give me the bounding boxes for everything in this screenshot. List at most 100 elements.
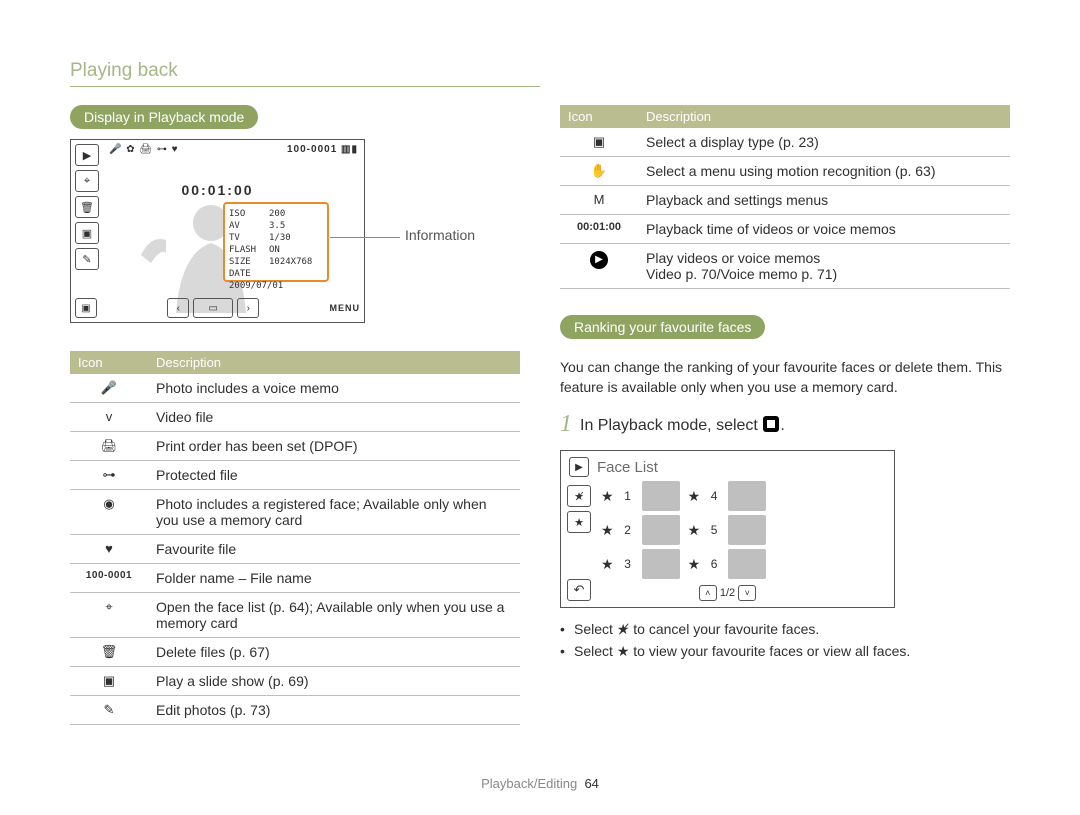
face-thumb[interactable] — [728, 481, 766, 511]
row-icon: ✋ — [560, 157, 638, 186]
row-icon: 🎤 — [70, 374, 148, 403]
face-num: 4 — [708, 489, 720, 503]
play-icon[interactable]: ▶ — [569, 457, 589, 477]
table-row: 🎤Photo includes a voice memo — [70, 374, 520, 403]
title-underline — [70, 86, 540, 87]
next-arrow-icon[interactable]: › — [237, 298, 259, 318]
row-icon: ▣ — [560, 128, 638, 157]
row-desc: Video file — [148, 403, 520, 432]
footer-section: Playback/Editing — [481, 776, 577, 791]
display-type-icon[interactable]: ▣ — [75, 298, 97, 318]
row-icon: M — [560, 186, 638, 215]
table-row: ◉Photo includes a registered face; Avail… — [70, 490, 520, 535]
info-row: SIZE1024X768 — [229, 256, 323, 268]
step-text-prefix: In Playback mode, select — [580, 417, 762, 434]
step-text-suffix: . — [780, 417, 784, 434]
table-row: MPlayback and settings menus — [560, 186, 1010, 215]
face-list-select-icon — [762, 415, 780, 433]
page-down-icon[interactable]: ˅ — [738, 585, 756, 601]
table-row: 100-0001Folder name – File name — [70, 564, 520, 593]
info-row: AV3.5 — [229, 220, 323, 232]
th-description: Description — [148, 351, 520, 374]
table-row: 00:01:00Playback time of videos or voice… — [560, 215, 1010, 244]
edit-icon[interactable]: ✎ — [75, 248, 99, 270]
row-desc: Delete files (p. 67) — [148, 638, 520, 667]
star-icon: ★ — [601, 556, 614, 573]
row-icon: 100-0001 — [70, 564, 148, 593]
row-desc: Protected file — [148, 461, 520, 490]
step-number: 1 — [560, 411, 572, 438]
table-row: ⌖Open the face list (p. 64); Available o… — [70, 593, 520, 638]
table-row: ▣Select a display type (p. 23) — [560, 128, 1010, 157]
screenshot-top-icons: 🎤 ✿ 🖨 ⊶ ♥ — [109, 144, 179, 155]
page-up-icon[interactable]: ˄ — [699, 585, 717, 601]
row-icon: ⌖ — [70, 593, 148, 638]
face-thumb[interactable] — [642, 515, 680, 545]
slideshow-icon[interactable]: ▣ — [75, 222, 99, 244]
row-desc: Photo includes a registered face; Availa… — [148, 490, 520, 535]
bottom-center-icon[interactable]: ▭ — [193, 298, 233, 318]
face-grid: ★1 ★4 ★2 ★5 ★3 ★6 — [601, 481, 766, 579]
list-item: Select ★ to view your favourite faces or… — [560, 640, 1010, 662]
play-circle-icon: ▶ — [590, 251, 608, 269]
face-thumb[interactable] — [728, 549, 766, 579]
row-icon: ✎ — [70, 696, 148, 725]
row-desc: Edit photos (p. 73) — [148, 696, 520, 725]
play-icon[interactable]: ▶ — [75, 144, 99, 166]
row-icon: ♥ — [70, 535, 148, 564]
bullet-pre: Select — [574, 643, 617, 659]
table-row: ▣Play a slide show (p. 69) — [70, 667, 520, 696]
th-description: Description — [638, 105, 1010, 128]
info-row: DATE2009/07/01 — [229, 268, 323, 292]
table-row: ⊶Protected file — [70, 461, 520, 490]
face-thumb[interactable] — [728, 515, 766, 545]
row-desc: Folder name – File name — [148, 564, 520, 593]
face-num: 1 — [622, 489, 634, 503]
delete-icon[interactable]: 🗑 — [75, 196, 99, 218]
row-desc: Playback and settings menus — [638, 186, 1010, 215]
star-icon: ★ — [688, 522, 701, 539]
playback-screenshot-wrap: 🎤 ✿ 🖨 ⊶ ♥ 100-0001 ▥▮ ▶ ⌖ 🗑 ▣ ✎ 00:01:00… — [70, 139, 520, 323]
menu-label[interactable]: MENU — [330, 303, 361, 313]
bullet-pre: Select — [574, 621, 617, 637]
face-thumb[interactable] — [642, 549, 680, 579]
table-row: ♥Favourite file — [70, 535, 520, 564]
face-list-screenshot: ▶ Face List ★̸ ★ ↶ ★1 ★4 ★2 ★5 ★3 ★6 ˄ 1… — [560, 450, 895, 608]
screenshot-bottom-bar: ▣ ‹ ▭ › MENU — [75, 298, 360, 318]
row-desc: Play a slide show (p. 69) — [148, 667, 520, 696]
bullet-post: to view your favourite faces or view all… — [629, 643, 910, 659]
row-desc: Select a display type (p. 23) — [638, 128, 1010, 157]
page-indicator: 1/2 — [720, 587, 735, 599]
two-column-layout: Display in Playback mode 🎤 ✿ 🖨 ⊶ ♥ 100-0… — [70, 105, 1010, 725]
row-icon: 🖨 — [70, 432, 148, 461]
star-off-icon[interactable]: ★̸ — [567, 485, 591, 507]
right-column: Icon Description ▣Select a display type … — [560, 105, 1010, 725]
row-icon: ▣ — [70, 667, 148, 696]
page-footer: Playback/Editing 64 — [0, 776, 1080, 791]
bullet-post: to cancel your favourite faces. — [629, 621, 819, 637]
section-header-display-playback: Display in Playback mode — [70, 105, 258, 129]
info-leader-line — [330, 237, 400, 238]
face-num: 2 — [622, 523, 634, 537]
nav-arrows: ‹ ▭ › — [167, 298, 259, 318]
th-icon: Icon — [560, 105, 638, 128]
screenshot-info-box: ISO200 AV3.5 TV1/30 FLASHON SIZE1024X768… — [223, 202, 329, 282]
face-num: 5 — [708, 523, 720, 537]
star-icon: ★ — [601, 488, 614, 505]
folder-file-text: 100-0001 — [287, 144, 337, 155]
face-thumb[interactable] — [642, 481, 680, 511]
row-icon: 00:01:00 — [560, 215, 638, 244]
star-icon: ★ — [601, 522, 614, 539]
star-icon[interactable]: ★ — [567, 511, 591, 533]
face-num: 6 — [708, 557, 720, 571]
list-item: Select ★̸ to cancel your favourite faces… — [560, 618, 1010, 640]
face-list-header: ▶ Face List — [569, 457, 658, 477]
face-list-title: Face List — [597, 459, 658, 476]
th-icon: Icon — [70, 351, 148, 374]
row-desc: Playback time of videos or voice memos — [638, 215, 1010, 244]
prev-arrow-icon[interactable]: ‹ — [167, 298, 189, 318]
ranking-intro-text: You can change the ranking of your favou… — [560, 357, 1010, 397]
screenshot-left-buttons: ▶ ⌖ 🗑 ▣ ✎ — [75, 144, 99, 270]
row-icon: ▶ — [560, 244, 638, 289]
screenshot-folder-file: 100-0001 ▥▮ — [287, 144, 358, 155]
